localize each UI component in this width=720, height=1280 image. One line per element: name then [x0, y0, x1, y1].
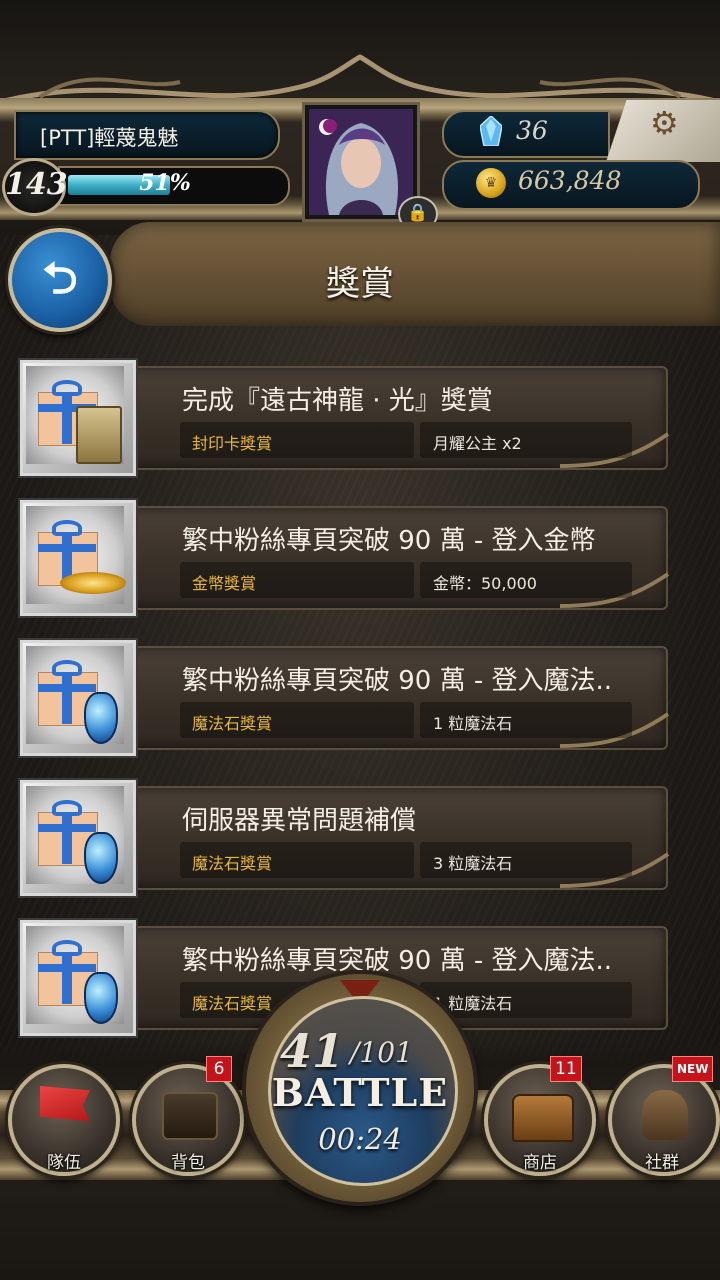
reward-row[interactable]: 完成『遠古神龍 · 光』獎賞 封印卡獎賞 月耀公主 x2: [0, 360, 720, 480]
gift-ribbon: [62, 672, 72, 724]
team-label: 隊伍: [47, 1153, 81, 1173]
reward-category: 魔法石獎賞: [192, 854, 273, 873]
gift-bow: [52, 380, 82, 396]
player-name: [PTT]輕蔑鬼魅: [40, 126, 179, 150]
back-arrow-icon: ⮌: [42, 253, 78, 304]
back-button[interactable]: ⮌: [8, 228, 112, 332]
reward-category: 金幣獎賞: [192, 574, 257, 593]
social-label: 社群: [645, 1153, 679, 1173]
gift-ribbon: [38, 964, 96, 972]
shop-badge: 11: [550, 1056, 582, 1082]
magic-stone-icon: [84, 692, 118, 744]
battle-label: BATTLE: [271, 1070, 449, 1115]
reward-title: 繁中粉絲專頁突破 90 萬 - 登入金幣: [182, 526, 596, 556]
shop-label: 商店: [523, 1153, 557, 1173]
reward-title: 繁中粉絲專頁突破 90 萬 - 登入魔法..: [182, 666, 613, 696]
magic-stone-icon: [84, 832, 118, 884]
reward-category: 魔法石獎賞: [192, 714, 273, 733]
seal-card-icon: [76, 406, 122, 464]
coins-pile-icon: [60, 572, 126, 594]
bag-icon: [162, 1092, 218, 1140]
coin-icon: ♛: [476, 168, 506, 198]
gift-ribbon: [38, 684, 96, 692]
reward-content: 1 粒魔法石: [433, 714, 513, 733]
settings-gear-icon[interactable]: ⚙: [650, 104, 679, 142]
gift-bow: [52, 660, 82, 676]
flag-icon: [40, 1086, 90, 1122]
reward-content: 1 粒魔法石: [433, 994, 513, 1013]
gift-ribbon: [62, 812, 72, 864]
reward-title: 完成『遠古神龍 · 光』獎賞: [182, 386, 493, 416]
magic-stone-icon: [84, 972, 118, 1024]
reward-row[interactable]: 伺服器異常問題補償 魔法石獎賞 3 粒魔法石: [0, 780, 720, 900]
magic-stone-icon: [480, 116, 502, 146]
gift-ribbon: [38, 544, 96, 552]
reward-title: 繁中粉絲專頁突破 90 萬 - 登入魔法..: [182, 946, 613, 976]
stamina-timer: 00:24: [318, 1122, 402, 1156]
gift-bow: [52, 940, 82, 956]
gift-ribbon: [62, 392, 72, 444]
avatar-portrait-art: [309, 109, 413, 215]
reward-row[interactable]: 繁中粉絲專頁突破 90 萬 - 登入金幣 金幣獎賞 金幣：50,000: [0, 500, 720, 620]
gem-count: 36: [516, 116, 548, 145]
people-silhouette-icon: [642, 1090, 688, 1140]
reward-category: 魔法石獎賞: [192, 994, 273, 1013]
reward-content: 3 粒魔法石: [433, 854, 513, 873]
reward-content: 金幣：50,000: [433, 574, 537, 593]
exp-percent: 51%: [139, 170, 191, 196]
level-badge: 143: [2, 158, 68, 216]
reward-row[interactable]: 繁中粉絲專頁突破 90 萬 - 登入魔法.. 魔法石獎賞 1 粒魔法石: [0, 640, 720, 760]
reward-content: 月耀公主 x2: [433, 434, 522, 453]
page-title: 獎賞: [326, 264, 394, 304]
gift-bow: [52, 520, 82, 536]
social-new-badge: NEW: [672, 1056, 714, 1082]
exp-bar: 51%: [58, 166, 290, 206]
stamina-max: /101: [350, 1036, 413, 1069]
gift-ribbon: [62, 952, 72, 1004]
player-name-plate: [PTT]輕蔑鬼魅: [14, 110, 280, 160]
bag-badge: 6: [206, 1056, 232, 1082]
reward-category: 封印卡獎賞: [192, 434, 273, 453]
player-level: 143: [5, 167, 68, 202]
treasure-chest-icon: [512, 1094, 574, 1142]
reward-title: 伺服器異常問題補償: [182, 806, 417, 836]
bag-label: 背包: [171, 1153, 205, 1173]
gift-bow: [52, 800, 82, 816]
coin-count: 663,848: [518, 166, 622, 195]
gift-ribbon: [38, 824, 96, 832]
